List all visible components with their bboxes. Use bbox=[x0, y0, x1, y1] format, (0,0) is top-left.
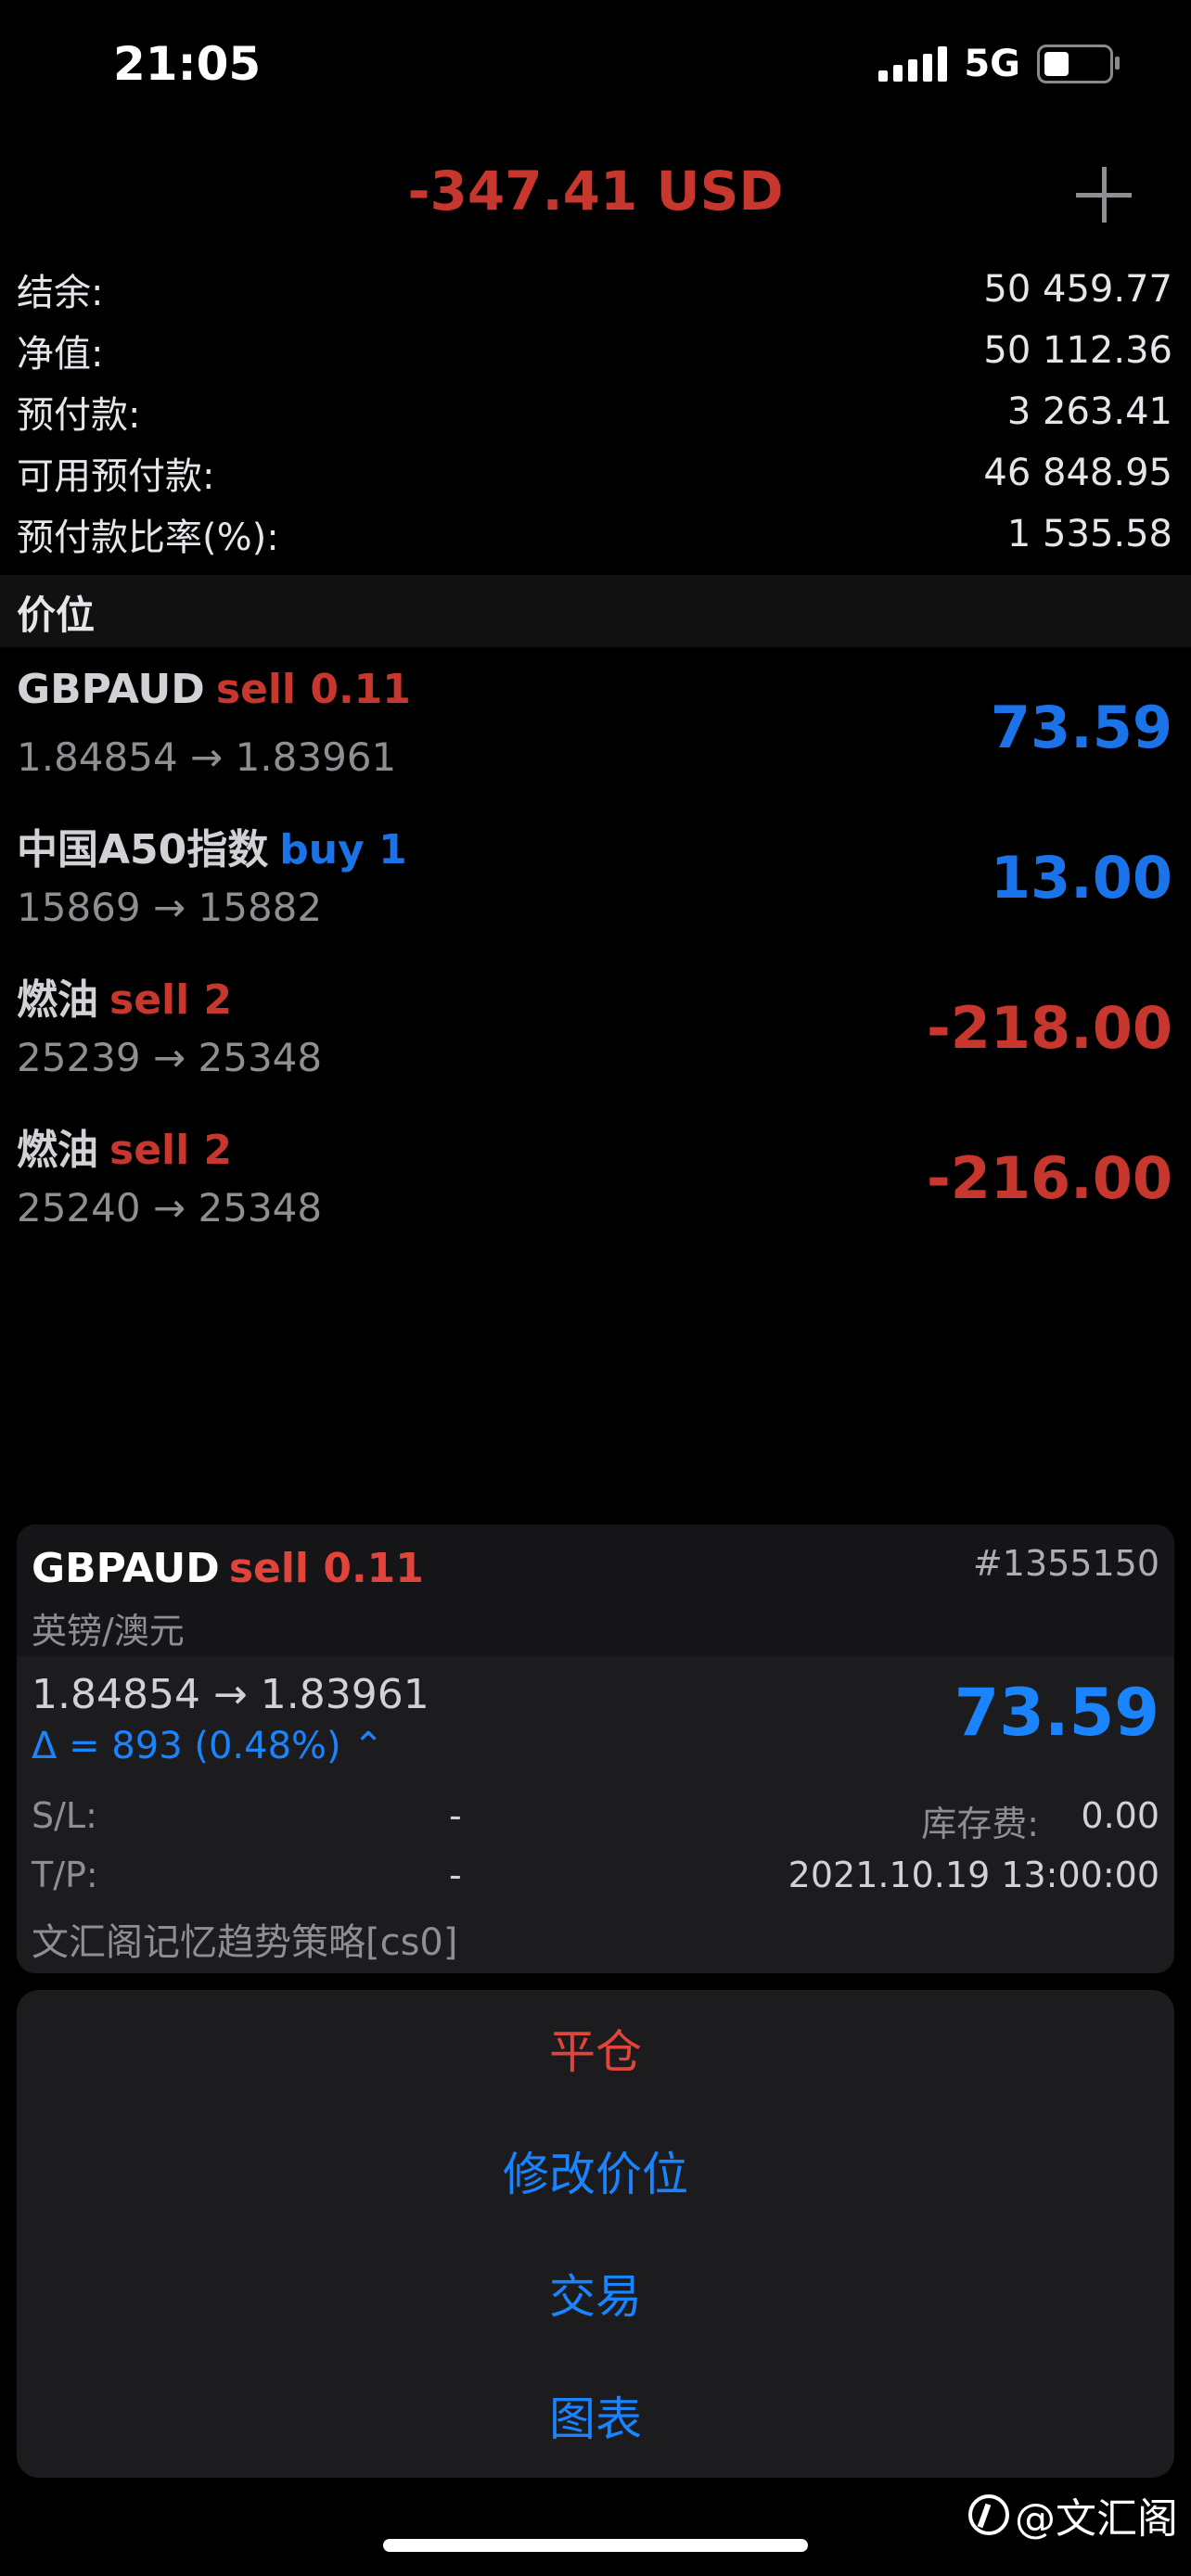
detail-symbol: GBPAUD bbox=[32, 1545, 220, 1592]
add-order-icon[interactable] bbox=[1076, 167, 1132, 223]
positions-header-band bbox=[0, 575, 1191, 647]
swap-label: 库存费: bbox=[921, 1804, 1039, 1844]
detail-description: 英镑/澳元 bbox=[32, 1611, 185, 1651]
position-prices: 1.84854 → 1.83961 bbox=[17, 734, 397, 780]
sl-label: S/L: bbox=[32, 1795, 97, 1836]
summary-label: 净值: bbox=[17, 333, 104, 376]
position-symbol: GBPAUD bbox=[17, 666, 205, 713]
close-position-button[interactable]: 平仓 bbox=[17, 1992, 1174, 2112]
position-side: buy 1 bbox=[279, 826, 407, 874]
position-side: sell 0.11 bbox=[215, 666, 411, 713]
watermark-text: @文汇阁 bbox=[1015, 2495, 1178, 2543]
summary-value: 50 459.77 bbox=[983, 268, 1172, 311]
swap-value: 0.00 bbox=[1081, 1795, 1159, 1836]
tp-value: - bbox=[449, 1855, 462, 1895]
trade-button[interactable]: 交易 bbox=[17, 2237, 1174, 2357]
status-indicators: 5G bbox=[878, 43, 1120, 85]
summary-row-balance: 结余: 50 459.77 bbox=[17, 259, 1172, 320]
summary-row-equity: 净值: 50 112.36 bbox=[17, 320, 1172, 381]
detail-ticket: #1355150 bbox=[972, 1543, 1159, 1584]
position-row[interactable]: 中国A50指数 buy 1 15869 → 15882 13.00 bbox=[0, 810, 1191, 961]
summary-value: 3 263.41 bbox=[1006, 390, 1172, 433]
position-row[interactable]: 燃油 sell 2 25240 → 25348 -216.00 bbox=[0, 1111, 1191, 1261]
detail-profit: 73.59 bbox=[954, 1675, 1159, 1751]
summary-label: 预付款: bbox=[17, 394, 141, 437]
summary-row-free-margin: 可用预付款: 46 848.95 bbox=[17, 442, 1172, 504]
total-profit: -347.41 USD bbox=[407, 159, 784, 223]
summary-value: 46 848.95 bbox=[983, 452, 1172, 494]
position-row[interactable]: GBPAUD sell 0.11 1.84854 → 1.83961 73.59 bbox=[0, 660, 1191, 810]
network-type: 5G bbox=[964, 43, 1020, 85]
action-sheet: 平仓 修改价位 交易 图表 bbox=[17, 1990, 1174, 2478]
summary-row-margin: 预付款: 3 263.41 bbox=[17, 381, 1172, 442]
position-prices: 25239 → 25348 bbox=[17, 1035, 323, 1080]
position-symbol: 中国A50指数 bbox=[17, 826, 269, 874]
position-symbol: 燃油 bbox=[17, 1127, 98, 1174]
position-side: sell 2 bbox=[109, 1127, 233, 1174]
open-time: 2021.10.19 13:00:00 bbox=[788, 1855, 1159, 1895]
summary-value: 50 112.36 bbox=[983, 329, 1172, 372]
position-profit: -216.00 bbox=[927, 1144, 1172, 1212]
detail-comment: 文汇阁记忆趋势策略[cs0] bbox=[32, 1921, 458, 1964]
detail-prices: 1.84854 → 1.83961 bbox=[32, 1671, 429, 1718]
modify-position-button[interactable]: 修改价位 bbox=[17, 2114, 1174, 2235]
summary-row-margin-level: 预付款比率(%): 1 535.58 bbox=[17, 504, 1172, 565]
battery-icon bbox=[1037, 45, 1120, 83]
positions-title: 价位 bbox=[17, 593, 96, 638]
status-time: 21:05 bbox=[113, 37, 262, 91]
position-profit: 73.59 bbox=[990, 694, 1172, 761]
detail-symbol-line: GBPAUD sell 0.11 bbox=[32, 1545, 424, 1592]
watermark: @文汇阁 bbox=[968, 2485, 1178, 2544]
sl-value: - bbox=[449, 1795, 462, 1836]
position-symbol: 燃油 bbox=[17, 976, 98, 1024]
home-indicator[interactable] bbox=[383, 2539, 808, 2552]
summary-value: 1 535.58 bbox=[1006, 513, 1172, 555]
tp-label: T/P: bbox=[32, 1855, 98, 1895]
detail-side: sell 0.11 bbox=[228, 1545, 424, 1592]
summary-label: 预付款比率(%): bbox=[17, 516, 279, 559]
position-side: sell 2 bbox=[109, 976, 233, 1024]
signal-icon bbox=[878, 46, 948, 82]
summary-label: 结余: bbox=[17, 272, 104, 314]
summary-label: 可用预付款: bbox=[17, 455, 215, 498]
position-prices: 15869 → 15882 bbox=[17, 885, 323, 930]
position-prices: 25240 → 25348 bbox=[17, 1185, 323, 1231]
chart-button[interactable]: 图表 bbox=[17, 2359, 1174, 2480]
position-profit: -218.00 bbox=[927, 994, 1172, 1062]
position-detail-card: GBPAUD sell 0.11 #1355150 英镑/澳元 1.84854 →… bbox=[17, 1524, 1174, 1973]
watermark-logo-icon bbox=[968, 2494, 1009, 2535]
position-profit: 13.00 bbox=[990, 844, 1172, 912]
detail-delta[interactable]: Δ = 893 (0.48%) ⌃ bbox=[32, 1725, 384, 1767]
position-row[interactable]: 燃油 sell 2 25239 → 25348 -218.00 bbox=[0, 961, 1191, 1111]
